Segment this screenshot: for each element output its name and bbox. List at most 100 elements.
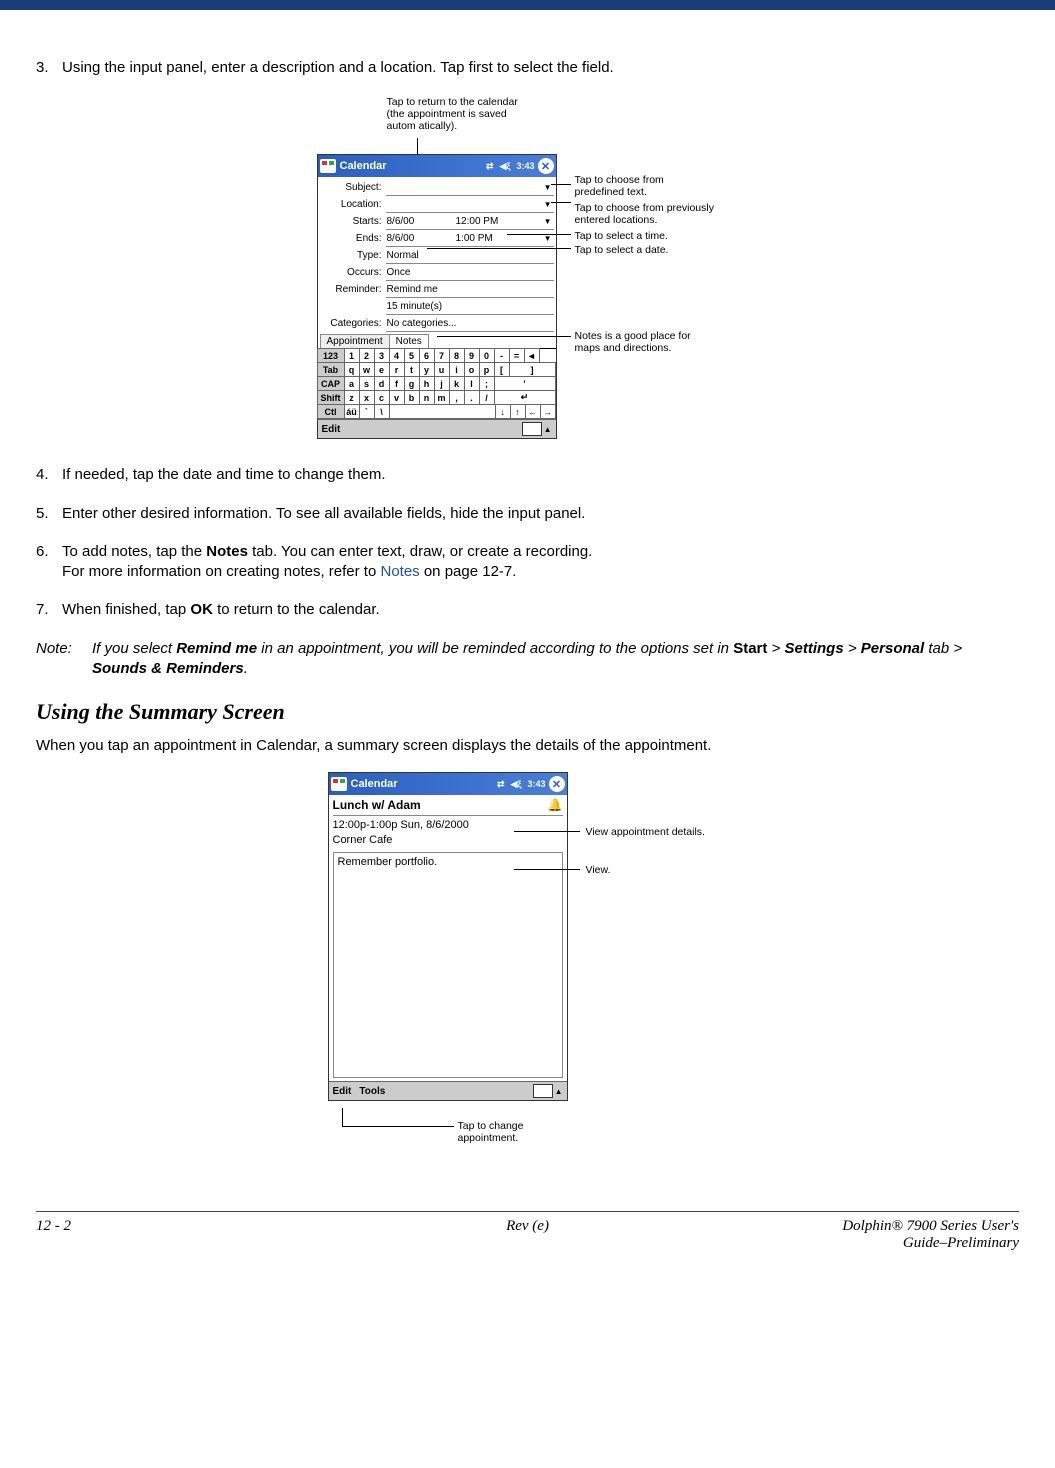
- figure-1-wrap: Calendar ⇄ ◀ξ 3:43 ✕ Subject: ▼ Location…: [36, 96, 1019, 439]
- step-text: To add notes, tap the Notes tab. You can…: [62, 542, 1019, 583]
- callout-location: Tap to choose from previously entered lo…: [575, 202, 735, 226]
- step-4: 4. If needed, tap the date and time to c…: [36, 465, 1019, 485]
- up-arrow-icon[interactable]: ▲: [544, 425, 552, 434]
- app-title: Calendar: [340, 160, 387, 172]
- notes-box[interactable]: Remember portfolio.: [333, 852, 563, 1078]
- form-area: Subject: ▼ Location: ▼ Starts: 8/6/00 12…: [318, 177, 556, 348]
- edit-menu[interactable]: Edit: [333, 1086, 352, 1097]
- type-label: Type:: [320, 250, 386, 261]
- notes-link[interactable]: Notes: [380, 563, 419, 580]
- reminder2-row[interactable]: 15 minute(s): [320, 298, 554, 315]
- ends-time[interactable]: 1:00 PM: [456, 233, 493, 244]
- step-7: 7. When finished, tap OK to return to th…: [36, 600, 1019, 620]
- subject-row[interactable]: Subject: ▼: [320, 179, 554, 196]
- type-row[interactable]: Type: Normal: [320, 247, 554, 264]
- start-icon[interactable]: [331, 777, 347, 791]
- up-arrow-icon[interactable]: ▲: [555, 1087, 563, 1096]
- starts-row[interactable]: Starts: 8/6/00 12:00 PM ▼: [320, 213, 554, 230]
- page-footer: 12 - 2 Rev (e) Dolphin® 7900 Series User…: [36, 1211, 1019, 1280]
- ends-row[interactable]: Ends: 8/6/00 1:00 PM ▼: [320, 230, 554, 247]
- ok-button[interactable]: ✕: [549, 776, 565, 792]
- callout-subject: Tap to choose from predefined text.: [575, 174, 705, 198]
- device-screenshot-1: Calendar ⇄ ◀ξ 3:43 ✕ Subject: ▼ Location…: [317, 154, 557, 439]
- steps-list: 3. Using the input panel, enter a descri…: [36, 58, 1019, 78]
- step-number: 4.: [36, 465, 62, 485]
- callout-time: Tap to select a time.: [575, 230, 668, 242]
- starts-time[interactable]: 12:00 PM: [456, 216, 499, 227]
- conn-icon: ⇄: [497, 779, 505, 790]
- clock: 3:43: [527, 779, 545, 789]
- starts-value[interactable]: 8/6/00 12:00 PM: [386, 214, 554, 230]
- notes-tab[interactable]: Notes: [389, 334, 429, 348]
- titlebar: Calendar ⇄ ◀ξ 3:43 ✕: [318, 155, 556, 177]
- note-body: If you select Remind me in an appointmen…: [92, 639, 1019, 680]
- app-title: Calendar: [351, 778, 398, 790]
- dropdown-icon[interactable]: ▼: [544, 217, 552, 226]
- categories-value[interactable]: No categories...: [386, 316, 554, 332]
- location-row[interactable]: Location: ▼: [320, 196, 554, 213]
- step-5: 5. Enter other desired information. To s…: [36, 504, 1019, 524]
- step-6: 6. To add notes, tap the Notes tab. You …: [36, 542, 1019, 583]
- location-label: Location:: [320, 199, 386, 210]
- step-number: 3.: [36, 58, 62, 78]
- callout-notes: Notes is a good place for maps and direc…: [575, 330, 715, 354]
- ends-value[interactable]: 8/6/00 1:00 PM: [386, 231, 554, 247]
- bottom-bar: Edit ▲: [318, 419, 556, 438]
- location-value[interactable]: [386, 197, 554, 213]
- figure-2-wrap: Calendar ⇄ ◀ξ 3:43 ✕ Lunch w/ Adam 🔔 12:…: [36, 772, 1019, 1151]
- subject-label: Subject:: [320, 182, 386, 193]
- summary-title: Lunch w/ Adam: [333, 798, 421, 812]
- type-value[interactable]: Normal: [386, 248, 554, 264]
- steps-list-cont: 4. If needed, tap the date and time to c…: [36, 465, 1019, 620]
- ends-date[interactable]: 8/6/00: [387, 233, 415, 244]
- reminder-row[interactable]: Reminder: Remind me: [320, 281, 554, 298]
- categories-label: Categories:: [320, 318, 386, 329]
- step-3: 3. Using the input panel, enter a descri…: [36, 58, 1019, 78]
- start-icon[interactable]: [320, 159, 336, 173]
- subject-value[interactable]: [386, 180, 554, 196]
- footer-page-number: 12 - 2: [36, 1218, 364, 1252]
- step-number: 5.: [36, 504, 62, 524]
- summary-location: Corner Cafe: [333, 834, 563, 846]
- starts-date[interactable]: 8/6/00: [387, 216, 415, 227]
- section-text: When you tap an appointment in Calendar,…: [36, 737, 1019, 754]
- device-screenshot-2: Calendar ⇄ ◀ξ 3:43 ✕ Lunch w/ Adam 🔔 12:…: [328, 772, 568, 1101]
- starts-label: Starts:: [320, 216, 386, 227]
- callout-view: View.: [586, 864, 611, 876]
- note-block: Note: If you select Remind me in an appo…: [36, 639, 1019, 680]
- bottom-bar: Edit Tools ▲: [329, 1081, 567, 1100]
- reminder-value[interactable]: Remind me: [386, 282, 554, 298]
- step-text: If needed, tap the date and time to chan…: [62, 465, 1019, 485]
- speaker-icon: ◀ξ: [500, 161, 511, 172]
- reminder-bell-icon: 🔔: [548, 798, 563, 812]
- step-text: Using the input panel, enter a descripti…: [62, 58, 1019, 78]
- footer-doc-title: Dolphin® 7900 Series User'sGuide–Prelimi…: [691, 1218, 1019, 1252]
- step-number: 7.: [36, 600, 62, 620]
- reminder2-value[interactable]: 15 minute(s): [386, 299, 554, 315]
- titlebar: Calendar ⇄ ◀ξ 3:43 ✕: [329, 773, 567, 795]
- speaker-icon: ◀ξ: [511, 779, 522, 790]
- step-text: Enter other desired information. To see …: [62, 504, 1019, 524]
- summary-area: Lunch w/ Adam 🔔 12:00p-1:00p Sun, 8/6/20…: [329, 795, 567, 1081]
- dropdown-icon[interactable]: ▼: [544, 234, 552, 243]
- notes-text: Remember portfolio.: [338, 856, 438, 868]
- keyboard-icon[interactable]: [522, 422, 542, 436]
- occurs-row[interactable]: Occurs: Once: [320, 264, 554, 281]
- edit-menu[interactable]: Edit: [322, 424, 341, 435]
- tools-menu[interactable]: Tools: [359, 1086, 385, 1097]
- appointment-tab[interactable]: Appointment: [320, 334, 390, 348]
- keyboard-icon[interactable]: [533, 1084, 553, 1098]
- section-heading: Using the Summary Screen: [36, 699, 1019, 725]
- callout-edit: Tap to change appointment.: [458, 1120, 558, 1144]
- figure-1: Calendar ⇄ ◀ξ 3:43 ✕ Subject: ▼ Location…: [317, 96, 739, 439]
- occurs-label: Occurs:: [320, 267, 386, 278]
- categories-row[interactable]: Categories: No categories...: [320, 315, 554, 332]
- figure-2: Calendar ⇄ ◀ξ 3:43 ✕ Lunch w/ Adam 🔔 12:…: [328, 772, 728, 1151]
- summary-datetime: 12:00p-1:00p Sun, 8/6/2000: [333, 819, 563, 831]
- callout-details: View appointment details.: [586, 826, 705, 838]
- ok-button[interactable]: ✕: [538, 158, 554, 174]
- occurs-value[interactable]: Once: [386, 265, 554, 281]
- ends-label: Ends:: [320, 233, 386, 244]
- callout-date: Tap to select a date.: [575, 244, 669, 256]
- onscreen-keyboard[interactable]: 1231234567890-=◄ Tabqwertyuiop[] CAPasdf…: [318, 348, 556, 419]
